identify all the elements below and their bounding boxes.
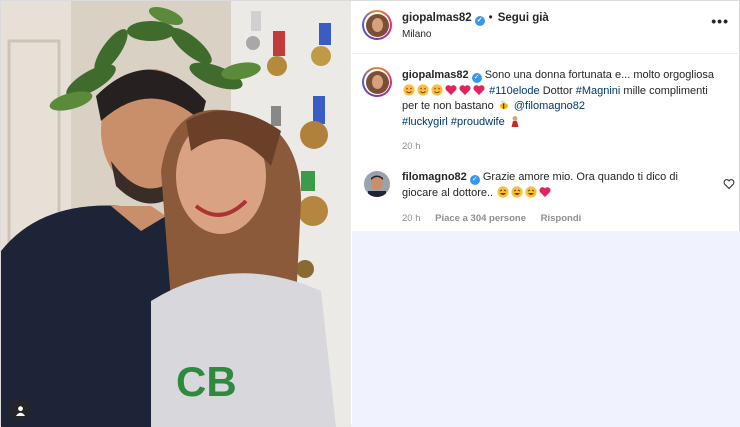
- verified-badge-icon: ✓: [469, 175, 480, 185]
- caption-text-part: Sono una donna fortunata e... molto orgo…: [484, 69, 715, 81]
- caption-avatar[interactable]: [362, 67, 392, 97]
- more-options-icon[interactable]: •••: [711, 13, 729, 29]
- red-heart-emoji-icon: [459, 84, 471, 95]
- caption-text-part: Dottor: [539, 84, 576, 97]
- post-location[interactable]: Milano: [402, 29, 431, 40]
- follow-button[interactable]: Segui già: [498, 12, 549, 24]
- verified-badge-icon: ✓: [471, 73, 482, 83]
- user-tag-icon: [15, 405, 25, 416]
- reply-button[interactable]: Rispondi: [541, 213, 582, 224]
- red-heart-emoji-icon: [445, 84, 457, 95]
- reply-likes[interactable]: Piace a 304 persone: [435, 213, 526, 224]
- author-username[interactable]: giopalmas82: [402, 12, 472, 24]
- woman-emoji-icon: [511, 115, 519, 127]
- reply-avatar[interactable]: [362, 169, 392, 199]
- separator-dot: •: [488, 12, 493, 24]
- post-photo[interactable]: CB: [1, 1, 351, 427]
- mention-filomagno82[interactable]: @filomagno82: [514, 100, 585, 112]
- hashtag-proudwife[interactable]: #proudwife: [451, 116, 505, 128]
- avatar-image: [364, 171, 390, 197]
- reply-username[interactable]: filomagno82: [402, 171, 467, 183]
- caption-meta: 20 h: [402, 141, 433, 152]
- laughing-emoji-icon: [511, 185, 523, 198]
- reply-time[interactable]: 20 h: [402, 213, 421, 224]
- header-username-row: giopalmas82 ✓ • Segui già: [402, 12, 549, 26]
- heart-eyes-emoji-icon: [403, 83, 415, 96]
- laughing-emoji-icon: [525, 185, 537, 198]
- post-side-panel: giopalmas82 ✓ • Segui già Milano ••• giopal…: [352, 1, 740, 427]
- user-tag-button[interactable]: [9, 399, 31, 421]
- heart-outline-icon[interactable]: [723, 178, 735, 190]
- caption-time[interactable]: 20 h: [402, 141, 421, 152]
- hoodie-logo: CB: [176, 358, 237, 405]
- avatar-image: [365, 70, 389, 94]
- hashtag-110elode[interactable]: #110elode: [489, 85, 540, 97]
- instagram-post: CB giopalmas82✓•Segui già Milano •••: [0, 0, 740, 427]
- avatar-image: [365, 13, 389, 37]
- couple-photo-illustration: CB: [1, 1, 351, 427]
- red-heart-emoji-icon: [539, 186, 551, 197]
- reply-text: filomagno82 ✓ Grazie amore mio. Ora quand…: [402, 170, 717, 201]
- author-avatar[interactable]: [362, 10, 392, 40]
- heart-eyes-emoji-icon: [431, 83, 443, 96]
- comments-empty-area: [352, 231, 740, 427]
- caption-text: giopalmas82 ✓ Sono una donna fortunata e.…: [402, 68, 717, 130]
- verified-badge-icon: ✓: [474, 16, 485, 26]
- reply-meta: 20 h Piace a 304 persone Rispondi: [402, 213, 593, 224]
- heart-eyes-emoji-icon: [417, 83, 429, 96]
- laughing-emoji-icon: [497, 185, 509, 198]
- hashtag-luckygirl[interactable]: #luckygirl: [402, 116, 448, 128]
- hashtag-magnini[interactable]: #Magnini: [576, 85, 621, 97]
- bee-emoji-icon: [499, 100, 508, 109]
- red-heart-emoji-icon: [473, 84, 485, 95]
- caption-username[interactable]: giopalmas82: [402, 69, 469, 81]
- post-header: giopalmas82 ✓ • Segui già Milano •••: [352, 1, 740, 54]
